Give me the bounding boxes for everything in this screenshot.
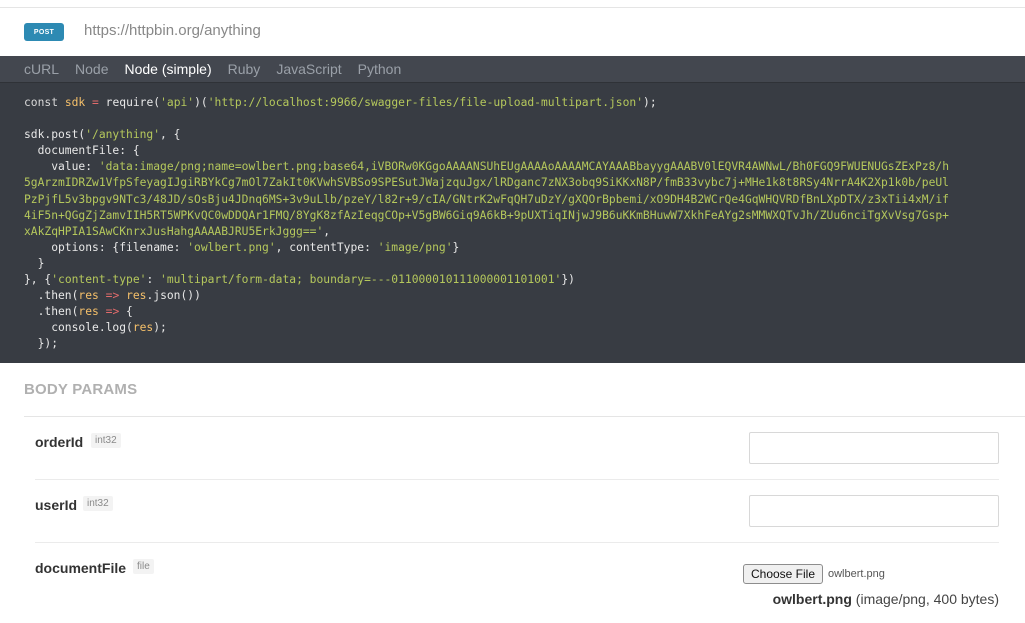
code-snippet: const sdk = require('api')('http://local…: [0, 83, 1025, 353]
language-tabs: cURL Node Node (simple) Ruby JavaScript …: [0, 56, 1025, 83]
param-type-documentfile: file: [133, 559, 154, 574]
param-type-userid: int32: [83, 496, 113, 511]
code-token: 'owlbert.png': [187, 240, 276, 254]
code-token: res: [78, 305, 99, 319]
code-token: 'multipart/form-data; boundary=---011000…: [160, 273, 562, 287]
chosen-file-name: owlbert.png: [828, 568, 885, 580]
code-token: , {: [160, 128, 181, 142]
file-info: owlbert.png (image/png, 400 bytes): [773, 591, 999, 607]
code-token: .then(: [24, 289, 79, 303]
code-token: '/anything': [85, 128, 161, 142]
code-token: 'image/png': [377, 240, 453, 254]
code-token: sdk: [64, 96, 86, 109]
code-token: sdk.post(: [24, 128, 86, 142]
code-line: documentFile: {: [24, 144, 140, 158]
code-token: }: [452, 240, 460, 254]
code-base64-value: 'data:image/png;name=owlbert.png;base64,…: [24, 160, 949, 238]
request-url-bar: POST https://httpbin.org/anything: [0, 8, 1025, 56]
code-token: .json()): [146, 289, 201, 303]
code-token: 'http://localhost:9966/swagger-files/fil…: [207, 96, 644, 109]
param-name-orderid: orderId: [35, 434, 84, 450]
code-token: )(: [194, 96, 208, 109]
tab-node[interactable]: Node: [75, 61, 108, 77]
tab-curl[interactable]: cURL: [24, 61, 59, 77]
code-token: =>: [105, 289, 120, 303]
file-info-meta: (image/png, 400 bytes): [855, 591, 999, 607]
code-token: }): [561, 273, 575, 287]
param-type-orderid: int32: [91, 433, 121, 448]
body-params-section: BODY PARAMS orderId int32 userId int32 d…: [0, 363, 1025, 623]
section-divider: [24, 416, 1025, 417]
code-token: const: [24, 96, 59, 109]
request-url: https://httpbin.org/anything: [84, 22, 261, 39]
row-divider: [35, 542, 999, 543]
code-token: :: [146, 273, 161, 287]
tab-node-simple[interactable]: Node (simple): [124, 61, 211, 77]
param-name-documentfile: documentFile: [35, 560, 127, 576]
code-token: {: [119, 305, 133, 319]
code-token: .then(: [24, 305, 79, 319]
code-token: options: {filename:: [24, 240, 188, 254]
orderid-input[interactable]: [749, 432, 999, 464]
method-badge: POST: [24, 23, 64, 41]
code-token: , contentType:: [275, 240, 378, 254]
file-info-name: owlbert.png: [772, 591, 852, 607]
code-token: res: [78, 289, 99, 303]
code-token: =>: [105, 305, 120, 319]
choose-file-button[interactable]: Choose File: [743, 564, 823, 584]
tab-javascript[interactable]: JavaScript: [276, 61, 341, 77]
code-token: res: [132, 321, 154, 335]
code-line: });: [24, 337, 59, 351]
code-token: ,: [323, 224, 331, 238]
code-token: value:: [24, 160, 99, 174]
body-params-title: BODY PARAMS: [24, 381, 138, 398]
userid-input[interactable]: [749, 495, 999, 527]
row-divider: [35, 479, 999, 480]
code-token: 'content-type': [51, 273, 147, 287]
param-name-userid: userId: [35, 497, 78, 513]
code-token: }, {: [24, 273, 52, 287]
code-token: console.log(: [24, 321, 133, 335]
code-token: =: [92, 96, 99, 109]
code-line: }: [24, 256, 45, 270]
code-token: require(: [105, 96, 161, 109]
tab-ruby[interactable]: Ruby: [228, 61, 261, 77]
code-sample-panel: cURL Node Node (simple) Ruby JavaScript …: [0, 56, 1025, 363]
tab-python[interactable]: Python: [358, 61, 402, 77]
code-token: );: [153, 321, 167, 335]
code-token: 'api': [160, 96, 195, 109]
code-token: );: [643, 96, 657, 109]
code-token: res: [126, 289, 147, 303]
